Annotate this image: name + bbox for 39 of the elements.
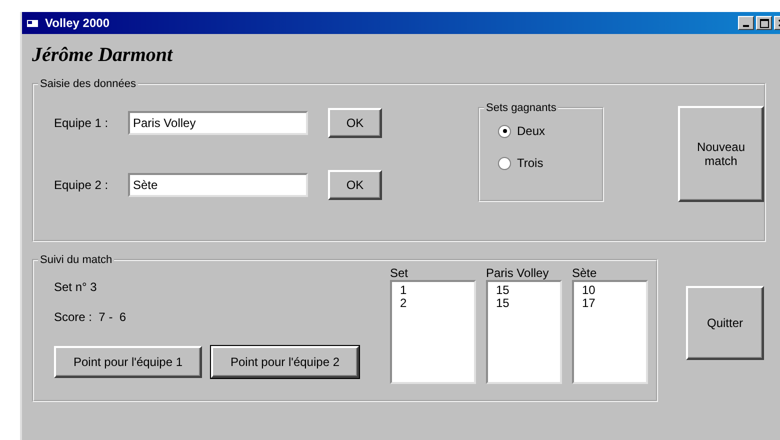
set-number: Set n° 3 (54, 280, 98, 294)
column-header: Paris Volley (486, 266, 550, 280)
list-item: 2 (400, 297, 408, 310)
radio-label: Deux (517, 124, 546, 138)
maximize-button[interactable] (756, 16, 772, 30)
list-item: 1 (400, 284, 408, 297)
radio-icon[interactable] (498, 124, 511, 138)
window-title: Volley 2000 (45, 16, 110, 30)
point-button[interactable]: Point pour l'équipe 2 (211, 346, 359, 378)
group-title: Suivi du match (39, 254, 114, 266)
score-list[interactable]: 1 2 (390, 280, 476, 384)
column-header: Set (390, 266, 410, 280)
radio-option[interactable]: Trois (498, 156, 602, 170)
list-item: 15 (496, 284, 510, 297)
list-item: 15 (496, 297, 510, 310)
quit-button[interactable]: Quitter (686, 286, 764, 360)
radio-icon[interactable] (498, 156, 511, 170)
author-name: Jérôme Darmont (32, 44, 174, 68)
new-match-button[interactable]: Nouveau match (678, 106, 764, 202)
minimize-button[interactable] (738, 16, 754, 30)
team-name-field[interactable]: Sète (128, 173, 308, 197)
radio-option[interactable]: Deux (498, 124, 602, 138)
score-list[interactable]: 15 15 (486, 280, 562, 384)
column-header: Sète (572, 266, 598, 280)
radio-label: Trois (517, 156, 544, 170)
team-label: Equipe 2 : (54, 178, 110, 192)
score-list[interactable]: 10 17 (572, 280, 648, 384)
group-title: Sets gagnants (485, 102, 558, 114)
score-text: Score : 7 - 6 (54, 310, 128, 324)
ok-button[interactable]: OK (328, 108, 382, 138)
maximize-icon (760, 18, 768, 28)
list-item: 17 (582, 297, 596, 310)
app-icon (26, 17, 40, 29)
ok-button[interactable]: OK (328, 170, 382, 200)
team-label: Equipe 1 : (54, 116, 110, 130)
list-item: 10 (582, 284, 596, 297)
team-name-field[interactable]: Paris Volley (128, 111, 308, 135)
point-button[interactable]: Point pour l'équipe 1 (54, 346, 202, 378)
group-title: Saisie des données (39, 78, 138, 90)
